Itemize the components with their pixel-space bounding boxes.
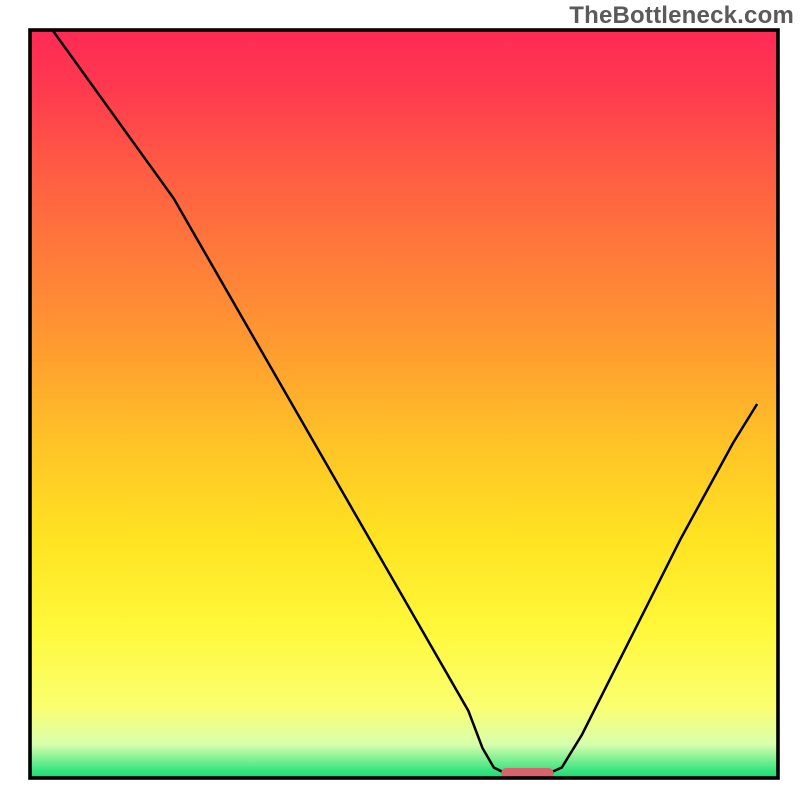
- chart-svg: [0, 0, 800, 800]
- bottleneck-chart: TheBottleneck.com: [0, 0, 800, 800]
- heatmap-gradient: [30, 30, 778, 778]
